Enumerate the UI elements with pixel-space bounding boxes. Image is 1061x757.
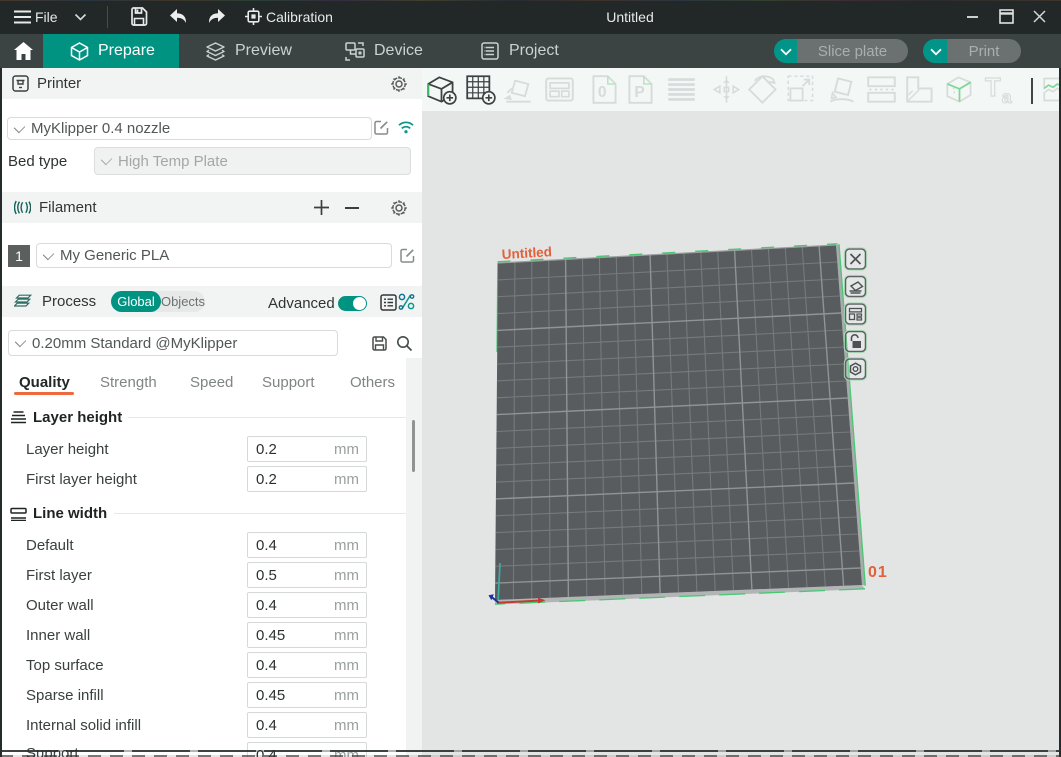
svg-text:Untitled: Untitled	[501, 244, 552, 262]
svg-text:a: a	[1002, 87, 1012, 105]
svg-text:P: P	[634, 84, 644, 101]
svg-text:01: 01	[868, 564, 888, 581]
svg-text:0: 0	[598, 84, 607, 101]
svg-text:T: T	[985, 74, 1001, 102]
